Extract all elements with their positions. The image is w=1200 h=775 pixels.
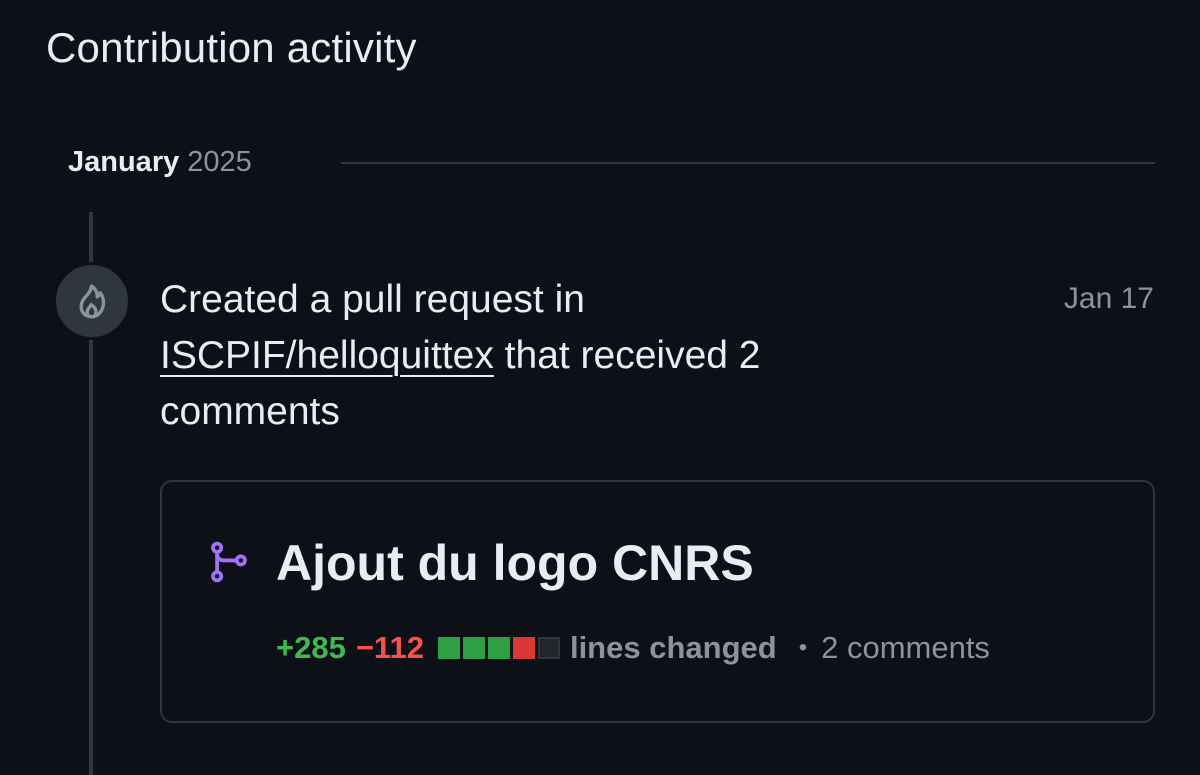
- pull-request-card: Ajout du logo CNRS +285 −112 lines chang…: [160, 480, 1155, 723]
- section-title: Contribution activity: [46, 24, 417, 71]
- diffstat-block-add: [437, 637, 460, 659]
- event-description: Created a pull request in ISCPIF/helloqu…: [160, 272, 920, 440]
- event-badge: [53, 262, 131, 340]
- month-divider: [341, 162, 1155, 164]
- repo-link[interactable]: ISCPIF/helloquittex: [160, 334, 494, 377]
- event-text-prefix: Created a pull request in: [160, 278, 585, 321]
- diffstat: [437, 637, 560, 659]
- comments-count: 2 comments: [821, 630, 990, 665]
- month-name: January: [68, 145, 180, 178]
- lines-changed-label: lines changed: [569, 630, 777, 665]
- pull-request-stats: +285 −112 lines changed • 2 comments: [276, 630, 990, 666]
- pull-request-title[interactable]: Ajout du logo CNRS: [276, 534, 754, 592]
- additions-count: +285: [276, 630, 346, 665]
- diffstat-block-add: [487, 637, 510, 659]
- month-year: 2025: [187, 145, 252, 178]
- separator-dot: •: [798, 634, 808, 661]
- diffstat-block-del: [512, 637, 535, 659]
- month-header: January 2025: [68, 142, 1155, 182]
- fire-icon: [79, 284, 106, 319]
- diffstat-block-neutral: [537, 637, 560, 659]
- git-pull-request-icon: [211, 541, 247, 583]
- event-date: Jan 17: [1063, 282, 1154, 315]
- deletions-count: −112: [355, 630, 424, 665]
- diffstat-block-add: [462, 637, 485, 659]
- month-label: January 2025: [68, 146, 252, 179]
